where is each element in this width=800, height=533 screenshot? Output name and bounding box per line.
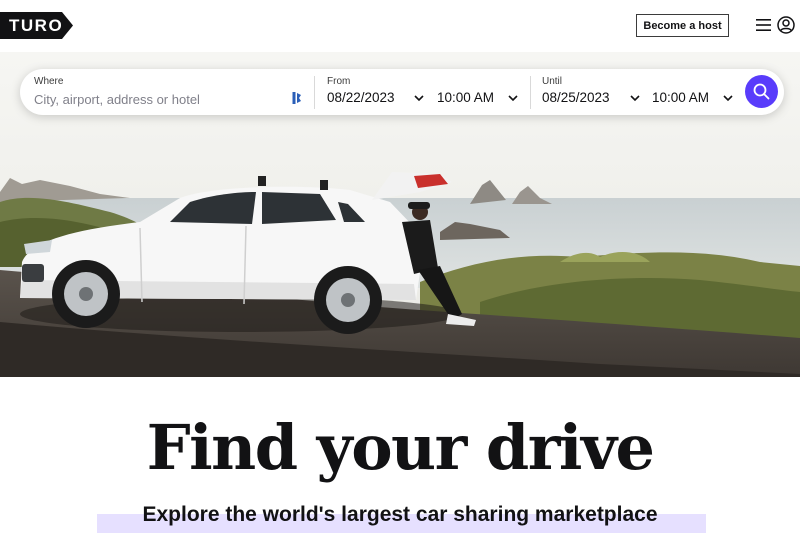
field-divider [314, 76, 315, 109]
chevron-down-icon[interactable] [508, 95, 518, 102]
become-a-host-button[interactable]: Become a host [636, 14, 729, 37]
hamburger-menu-icon[interactable] [756, 18, 771, 32]
where-label: Where [34, 76, 64, 87]
where-input[interactable] [34, 90, 274, 108]
page-subheadline: Explore the world's largest car sharing … [142, 503, 658, 526]
turo-logo[interactable]: TURO [0, 12, 73, 39]
chevron-down-icon[interactable] [414, 95, 424, 102]
chevron-down-icon[interactable] [630, 95, 640, 102]
from-time-select[interactable]: 10:00 AM [437, 90, 494, 105]
location-pin-icon[interactable] [292, 91, 302, 105]
field-divider [530, 76, 531, 109]
user-circle-icon[interactable] [777, 16, 795, 34]
until-date-select[interactable]: 08/25/2023 [542, 90, 610, 105]
from-date-select[interactable]: 08/22/2023 [327, 90, 395, 105]
page-headline: Find your drive [146, 411, 655, 484]
search-button[interactable] [745, 75, 778, 108]
search-icon [753, 83, 770, 100]
chevron-down-icon[interactable] [723, 95, 733, 102]
logo-text: TURO [9, 16, 64, 35]
until-time-select[interactable]: 10:00 AM [652, 90, 709, 105]
site-header: TURO Become a host [0, 0, 800, 52]
until-label: Until [542, 76, 563, 87]
from-label: From [327, 76, 351, 87]
search-bar: Where From 08/22/2023 10:00 AM Until 08/… [20, 69, 784, 115]
